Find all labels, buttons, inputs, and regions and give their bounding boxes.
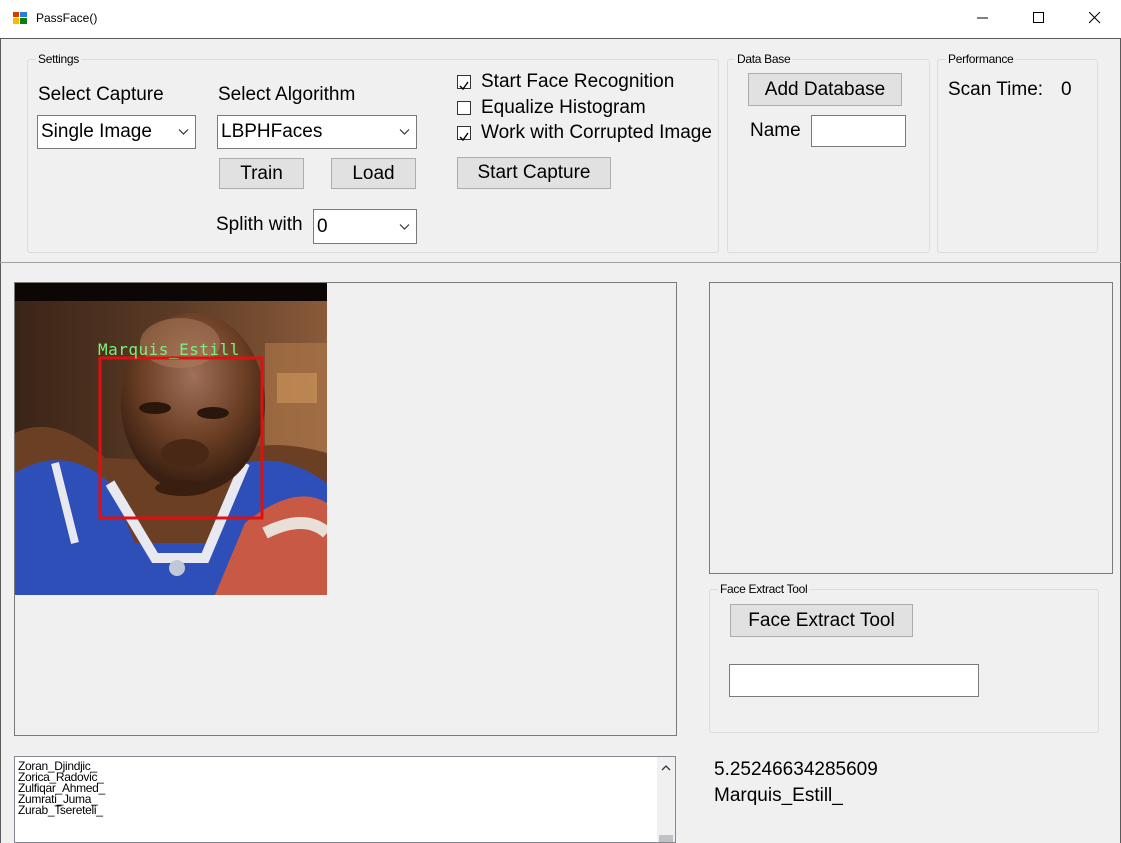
work-with-corrupted-image-checkbox[interactable]: Work with Corrupted Image — [457, 122, 719, 144]
name-label: Name — [750, 120, 801, 141]
title-bar: PassFace() — [0, 0, 1121, 38]
train-button[interactable]: Train — [219, 158, 304, 189]
face-extract-legend: Face Extract Tool — [718, 582, 810, 596]
list-item[interactable]: Zorica_Radovic_ — [15, 771, 675, 783]
checkmark-icon — [459, 132, 469, 142]
scan-time-label: Scan Time: — [948, 79, 1044, 100]
recognition-name: Marquis_Estill_ — [714, 785, 843, 806]
add-database-button[interactable]: Add Database — [748, 73, 902, 106]
load-button[interactable]: Load — [331, 158, 416, 189]
name-input[interactable] — [811, 115, 906, 147]
algorithm-select-value: LBPHFaces — [221, 121, 323, 142]
separator — [0, 262, 1121, 263]
recognition-distance: 5.25246634285609 — [714, 759, 878, 780]
app-icon — [12, 10, 28, 26]
split-label: Splith with — [216, 214, 303, 235]
list-item[interactable]: Zoran_Djindjic_ — [15, 760, 675, 772]
capture-select-value: Single Image — [41, 121, 152, 142]
names-listbox[interactable]: Zoran_Djindjic_ Zorica_Radovic_ Zulfiqar… — [14, 756, 676, 843]
checkmark-icon — [459, 81, 469, 91]
algorithm-select[interactable]: LBPHFaces — [217, 115, 417, 149]
window-title: PassFace() — [36, 11, 98, 25]
listbox-scrollbar[interactable] — [657, 757, 675, 842]
face-extract-tool-button[interactable]: Face Extract Tool — [730, 604, 913, 637]
close-button[interactable] — [1067, 0, 1121, 36]
face-extract-input[interactable] — [729, 664, 979, 697]
captured-face-image — [15, 283, 332, 595]
checkbox-box — [457, 75, 471, 91]
performance-legend: Performance — [946, 52, 1016, 66]
chevron-down-icon — [399, 129, 410, 135]
database-legend: Data Base — [735, 52, 793, 66]
maximize-icon — [1033, 12, 1044, 23]
scan-time-value: 0 — [1061, 79, 1072, 100]
minimize-button[interactable] — [955, 0, 1011, 36]
split-select[interactable]: 0 — [313, 209, 417, 244]
select-algorithm-label: Select Algorithm — [218, 84, 356, 105]
list-item[interactable]: Zurab_Tsereteli_ — [15, 804, 675, 816]
start-face-recognition-checkbox[interactable]: Start Face Recognition — [457, 71, 674, 93]
chevron-up-icon[interactable] — [657, 759, 675, 777]
chevron-down-icon — [178, 129, 189, 135]
settings-legend: Settings — [36, 52, 81, 66]
names-list: Zoran_Djindjic_ Zorica_Radovic_ Zulfiqar… — [15, 757, 675, 816]
checkbox-box — [457, 126, 471, 142]
checkbox-box — [457, 101, 471, 115]
scrollbar-thumb[interactable] — [659, 835, 673, 842]
equalize-histogram-checkbox[interactable]: Equalize Histogram — [457, 97, 646, 119]
checkbox-label: Equalize Histogram — [481, 97, 646, 118]
face-preview-panel — [709, 282, 1113, 574]
list-item[interactable]: Zumrati_Juma_ — [15, 793, 675, 805]
select-capture-label: Select Capture — [38, 84, 164, 105]
split-select-value: 0 — [317, 215, 328, 237]
list-item[interactable]: Zulfiqar_Ahmed_ — [15, 782, 675, 794]
chevron-down-icon — [399, 223, 410, 230]
maximize-button[interactable] — [1011, 0, 1067, 36]
start-capture-button[interactable]: Start Capture — [457, 157, 611, 189]
close-icon — [1089, 12, 1101, 24]
minimize-icon — [977, 17, 988, 19]
capture-select[interactable]: Single Image — [37, 115, 196, 149]
checkbox-label: Work with Corrupted Image — [481, 122, 712, 143]
recognized-name-overlay: Marquis_Estill — [98, 340, 240, 359]
checkbox-label: Start Face Recognition — [481, 71, 675, 92]
